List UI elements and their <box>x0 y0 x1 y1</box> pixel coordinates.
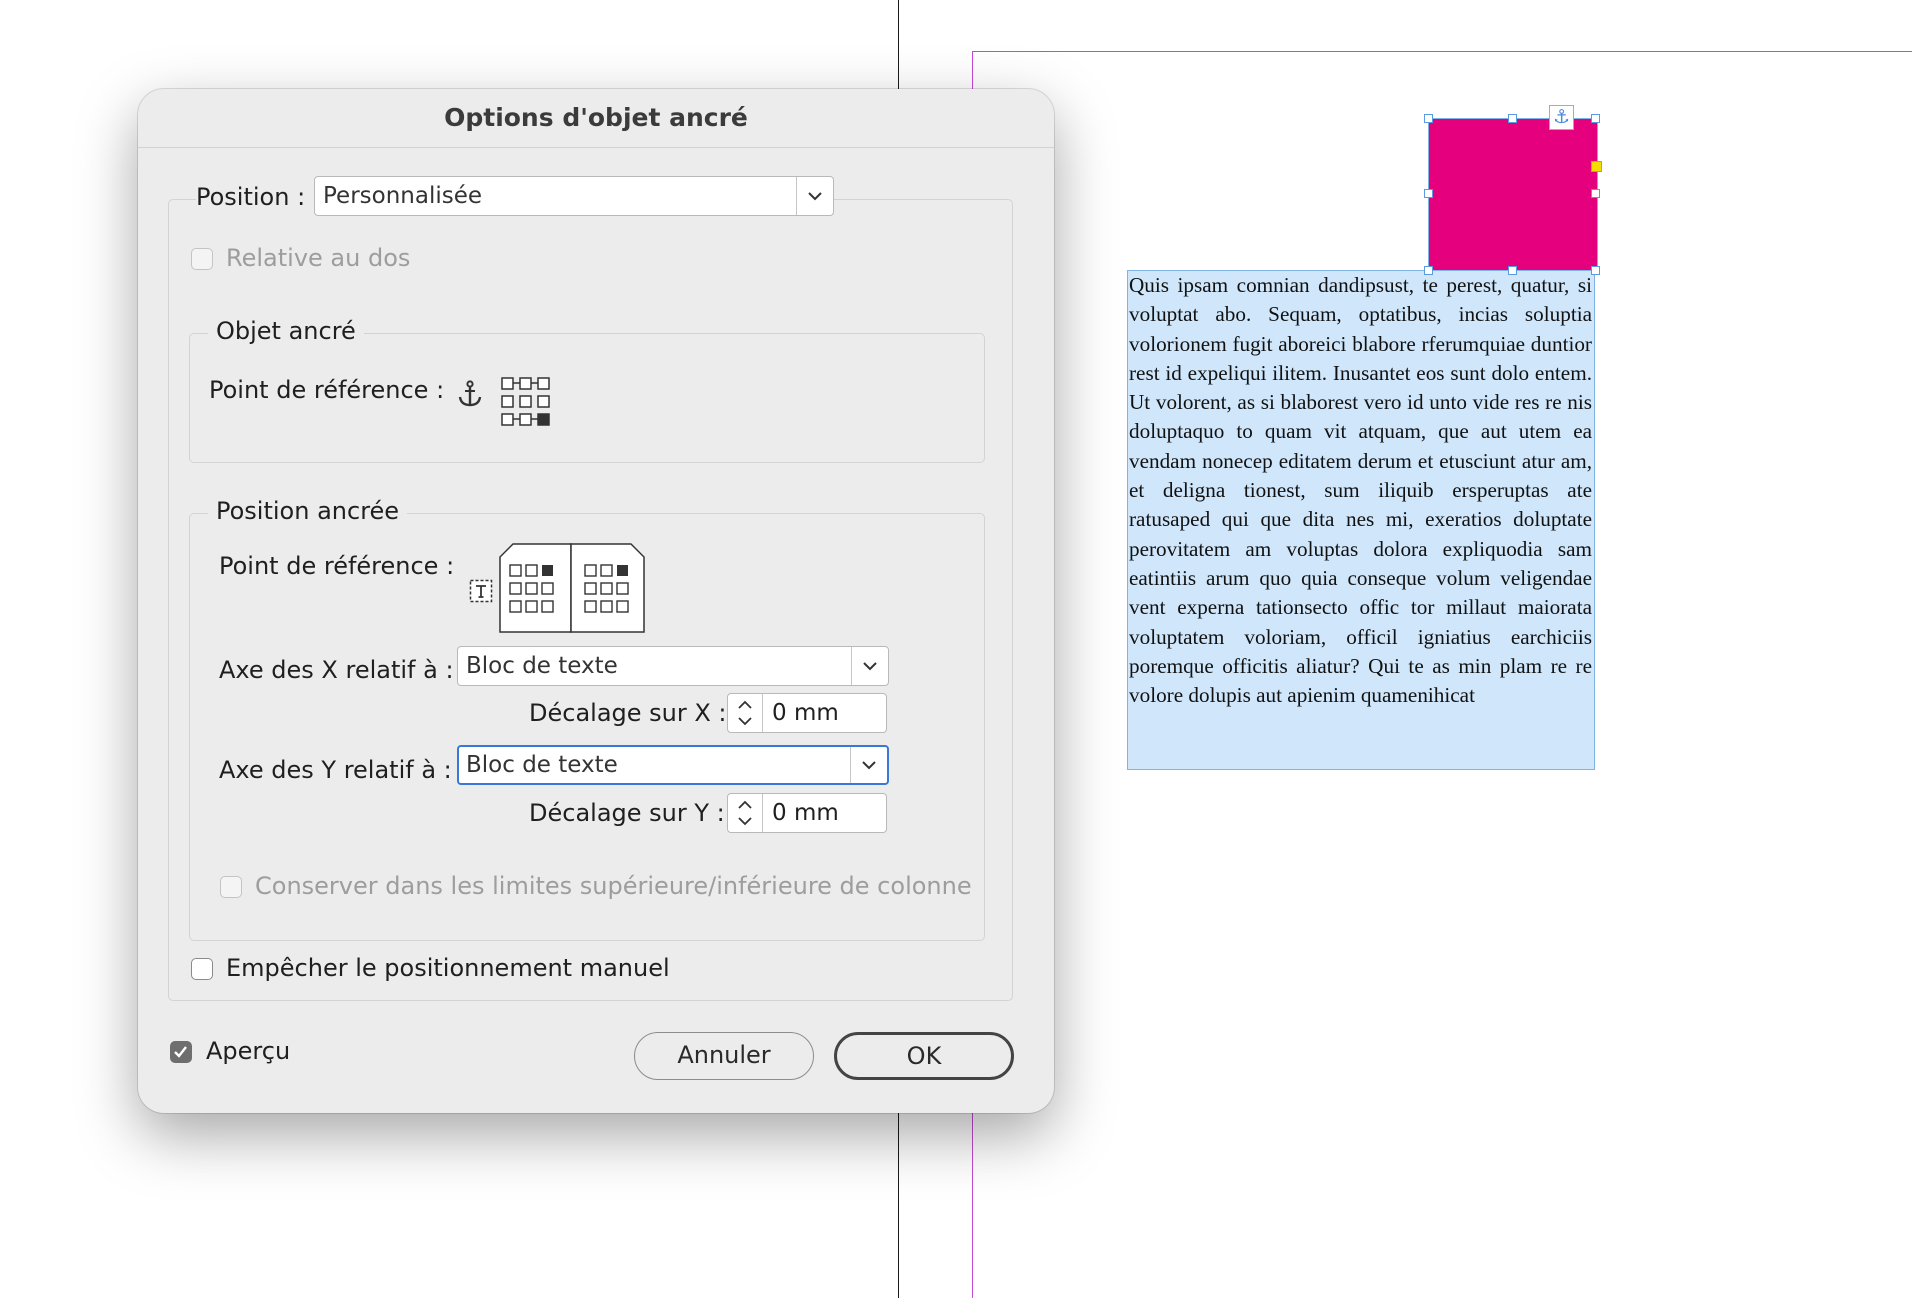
anchored-object-options-dialog: Options d'objet ancré Position : Personn… <box>138 89 1054 1113</box>
relative-spine-label: Relative au dos <box>226 244 411 272</box>
margin-guide-top <box>972 51 1912 52</box>
ok-button[interactable]: OK <box>834 1032 1014 1080</box>
chevron-down-icon <box>796 177 833 215</box>
frame-handle-br[interactable] <box>1591 266 1600 275</box>
position-select[interactable]: Personnalisée <box>314 176 834 216</box>
position-select-value: Personnalisée <box>323 183 483 209</box>
prevent-manual-label: Empêcher le positionnement manuel <box>226 954 670 982</box>
chevron-down-icon <box>850 747 887 783</box>
anchor-marker-icon[interactable]: ⚓ <box>1549 105 1574 130</box>
frame-handle-corner-options[interactable] <box>1591 161 1602 172</box>
x-relative-select-value: Bloc de texte <box>466 653 618 679</box>
y-relative-select[interactable]: Bloc de texte <box>457 745 889 785</box>
anchor-icon <box>457 380 483 412</box>
stepper-arrows-icon[interactable] <box>728 794 763 832</box>
object-reference-point-proxy[interactable] <box>500 376 552 432</box>
y-relative-select-value: Bloc de texte <box>466 752 618 778</box>
frame-handle-ml[interactable] <box>1424 189 1433 198</box>
frame-handle-tl[interactable] <box>1424 114 1433 123</box>
y-offset-label: Décalage sur Y : <box>529 799 725 827</box>
spread-reference-point-proxy[interactable] <box>499 543 645 637</box>
x-relative-label: Axe des X relatif à : <box>219 656 454 684</box>
anchored-object-frame[interactable] <box>1428 118 1598 272</box>
position-reference-point-label: Point de référence : <box>219 552 455 580</box>
object-reference-point-label: Point de référence : <box>209 376 445 404</box>
keep-within-label: Conserver dans les limites supérieure/in… <box>255 872 972 900</box>
chevron-down-icon <box>851 647 888 685</box>
relative-spine-checkbox[interactable] <box>191 248 213 270</box>
preview-label: Aperçu <box>206 1037 291 1065</box>
y-relative-label: Axe des Y relatif à : <box>219 756 452 784</box>
x-relative-select[interactable]: Bloc de texte <box>457 646 889 686</box>
text-frame-icon <box>469 579 493 607</box>
cancel-button[interactable]: Annuler <box>634 1032 814 1080</box>
frame-handle-tm[interactable] <box>1508 114 1517 123</box>
dialog-title: Options d'objet ancré <box>444 103 748 132</box>
x-offset-value: 0 mm <box>772 700 839 726</box>
title-separator <box>138 147 1054 148</box>
frame-handle-mr[interactable] <box>1591 189 1600 198</box>
keep-within-checkbox[interactable] <box>220 876 242 898</box>
prevent-manual-checkbox[interactable] <box>191 958 213 980</box>
frame-handle-bl[interactable] <box>1424 266 1433 275</box>
body-text: Quis ipsam comnian dandipsust, te perest… <box>1129 273 1592 708</box>
x-offset-label: Décalage sur X : <box>529 699 727 727</box>
y-offset-stepper[interactable]: 0 mm <box>727 793 887 833</box>
position-label: Position : <box>196 182 318 212</box>
anchored-position-legend: Position ancrée <box>208 496 408 526</box>
preview-checkbox[interactable] <box>170 1041 192 1063</box>
y-offset-value: 0 mm <box>772 800 839 826</box>
frame-handle-bm[interactable] <box>1508 266 1517 275</box>
x-offset-stepper[interactable]: 0 mm <box>727 693 887 733</box>
anchored-object-legend: Objet ancré <box>208 316 364 346</box>
text-frame[interactable]: Quis ipsam comnian dandipsust, te perest… <box>1127 270 1595 770</box>
stepper-arrows-icon[interactable] <box>728 694 763 732</box>
frame-handle-tr[interactable] <box>1591 114 1600 123</box>
